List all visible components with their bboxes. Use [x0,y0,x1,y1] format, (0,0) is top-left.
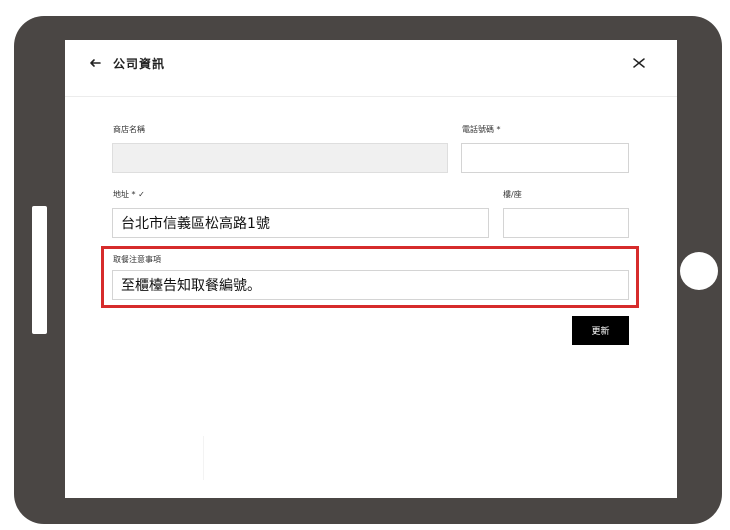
tablet-home-button[interactable] [680,252,718,290]
page-header: 公司資訊 [65,40,677,97]
address-field[interactable] [112,208,489,238]
floor-field[interactable] [503,208,629,238]
phone-field[interactable] [461,143,629,173]
close-icon[interactable] [631,54,647,70]
store-name-field[interactable] [112,143,448,173]
arrow-left-icon[interactable] [87,54,103,70]
address-label: 地址 * ✓ [113,190,145,199]
update-button[interactable]: 更新 [572,316,629,345]
app-screen: 公司資訊 商店名稱 電話號碼 * 地址 * ✓ 樓/座 取餐注意事項 更新 [65,40,677,498]
pickup-notes-field[interactable] [112,270,629,300]
page-title: 公司資訊 [113,57,166,71]
faint-divider [203,436,204,480]
pickup-notes-label: 取餐注意事項 [113,255,161,264]
tablet-side-button [32,206,47,334]
floor-label: 樓/座 [503,190,522,199]
phone-label: 電話號碼 * [462,125,501,134]
store-name-label: 商店名稱 [113,125,145,134]
